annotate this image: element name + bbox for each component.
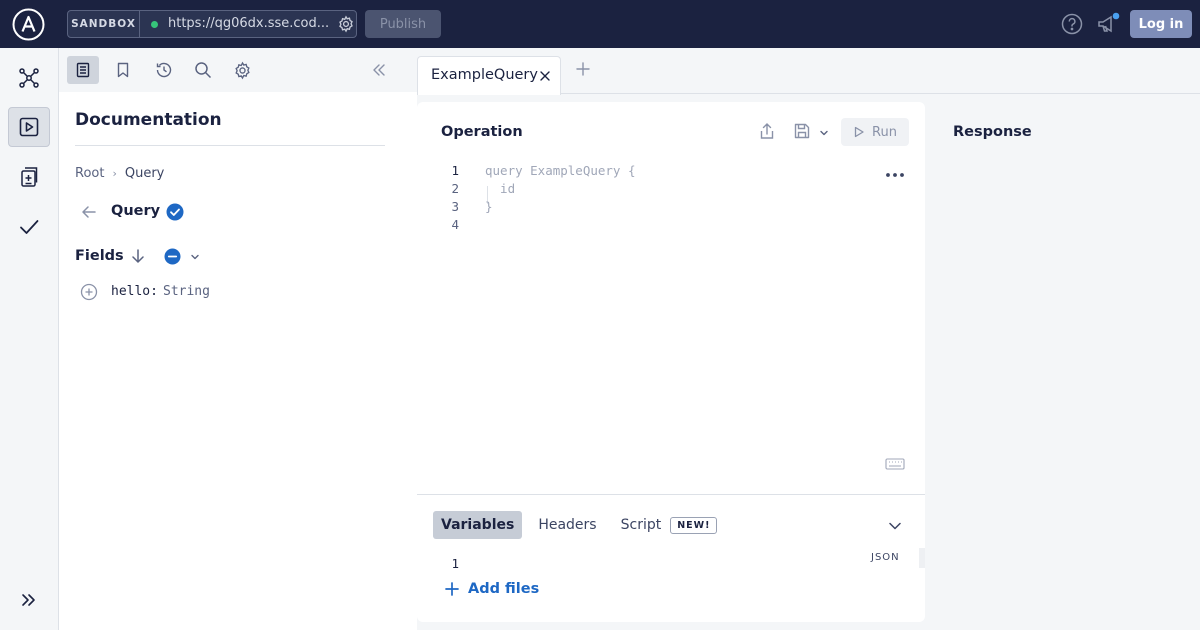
tab-headers[interactable]: Headers: [538, 517, 596, 533]
breadcrumb-chevron-icon: ›: [112, 166, 117, 180]
run-label: Run: [872, 124, 897, 140]
save-chevron-down-icon[interactable]: [818, 127, 830, 139]
field-type[interactable]: String: [163, 284, 210, 299]
type-name: Query: [111, 203, 161, 219]
documentation-panel: Documentation Root › Query Query Fields …: [59, 48, 417, 630]
check-circle-icon: [166, 203, 184, 221]
fields-chevron-down-icon[interactable]: [189, 251, 201, 263]
document-icon[interactable]: [67, 56, 99, 84]
schema-graph-icon[interactable]: [8, 58, 50, 98]
collapse-chevrons-icon[interactable]: [363, 56, 395, 84]
code-line[interactable]: query ExampleQuery {: [485, 163, 636, 178]
add-files-button[interactable]: Add files: [445, 579, 539, 599]
operation-tabs: ExampleQuery: [417, 48, 1200, 95]
breadcrumb-root[interactable]: Root: [75, 166, 104, 181]
share-icon[interactable]: [758, 122, 776, 140]
checks-icon[interactable]: [8, 207, 50, 247]
field-name[interactable]: hello:: [111, 284, 158, 299]
collapse-variables-chevron-icon[interactable]: [888, 519, 902, 533]
breadcrumb: Root › Query: [75, 164, 164, 182]
diff-icon[interactable]: [8, 157, 50, 197]
json-label: JSON: [871, 552, 900, 563]
more-options-icon[interactable]: [885, 170, 905, 180]
publish-button[interactable]: Publish: [365, 10, 441, 38]
add-files-label: Add files: [468, 581, 540, 597]
line-number: 2: [451, 181, 459, 196]
variables-tabs: Variables Headers Script NEW!: [433, 511, 718, 539]
tab-example-query[interactable]: ExampleQuery: [417, 56, 561, 95]
operation-panel: Operation Run 1 query ExampleQuery { 2 i…: [417, 102, 925, 622]
line-number: 4: [451, 217, 459, 232]
announcement-icon[interactable]: [1096, 12, 1122, 36]
tab-variables[interactable]: Variables: [433, 511, 523, 539]
endpoint-url[interactable]: https://qg06dx.sse.cod...: [168, 11, 333, 37]
sort-arrow-icon[interactable]: [130, 248, 146, 264]
save-icon[interactable]: [793, 122, 811, 140]
tab-label: ExampleQuery: [431, 67, 538, 83]
new-badge: NEW!: [670, 516, 718, 534]
docs-divider: [75, 145, 385, 146]
docs-title: Documentation: [75, 110, 222, 130]
fields-label: Fields: [75, 248, 124, 264]
apollo-logo-icon[interactable]: [12, 8, 45, 41]
expand-chevrons-icon[interactable]: [8, 580, 50, 620]
variables-divider: [417, 494, 925, 495]
history-icon[interactable]: [148, 56, 180, 84]
bookmark-icon[interactable]: [107, 56, 139, 84]
variables-scrollbar[interactable]: [919, 548, 925, 568]
keyboard-shortcuts-icon[interactable]: [885, 458, 905, 470]
remove-all-icon[interactable]: [164, 248, 181, 265]
line-number: 3: [451, 199, 459, 214]
docs-toolbar: [59, 48, 417, 92]
top-bar: SANDBOX https://qg06dx.sse.cod... Publis…: [0, 0, 1200, 48]
log-in-button[interactable]: Log in: [1130, 10, 1192, 38]
play-icon: [854, 126, 864, 138]
connection-gear-icon[interactable]: [337, 15, 355, 33]
add-field-icon[interactable]: [80, 283, 98, 301]
response-title: Response: [953, 124, 1032, 140]
sandbox-play-icon[interactable]: [8, 107, 50, 147]
line-number: 1: [451, 163, 459, 178]
plus-icon: [445, 582, 459, 596]
code-line[interactable]: }: [485, 199, 493, 214]
variables-line-number: 1: [451, 556, 459, 571]
code-line[interactable]: id: [485, 181, 515, 196]
sandbox-badge: SANDBOX: [68, 11, 140, 37]
settings-icon[interactable]: [226, 56, 258, 84]
run-button[interactable]: Run: [841, 118, 909, 146]
operation-title: Operation: [441, 124, 523, 140]
help-icon[interactable]: [1061, 13, 1083, 35]
search-icon[interactable]: [187, 56, 219, 84]
add-tab-icon[interactable]: [576, 62, 590, 76]
back-arrow-icon[interactable]: [81, 204, 97, 220]
close-tab-icon[interactable]: [539, 70, 551, 82]
left-nav-rail: [0, 48, 59, 630]
tab-script[interactable]: Script: [621, 517, 662, 533]
connection-settings[interactable]: SANDBOX https://qg06dx.sse.cod...: [67, 10, 357, 38]
connection-status-icon: [151, 21, 158, 28]
breadcrumb-current: Query: [124, 165, 165, 181]
